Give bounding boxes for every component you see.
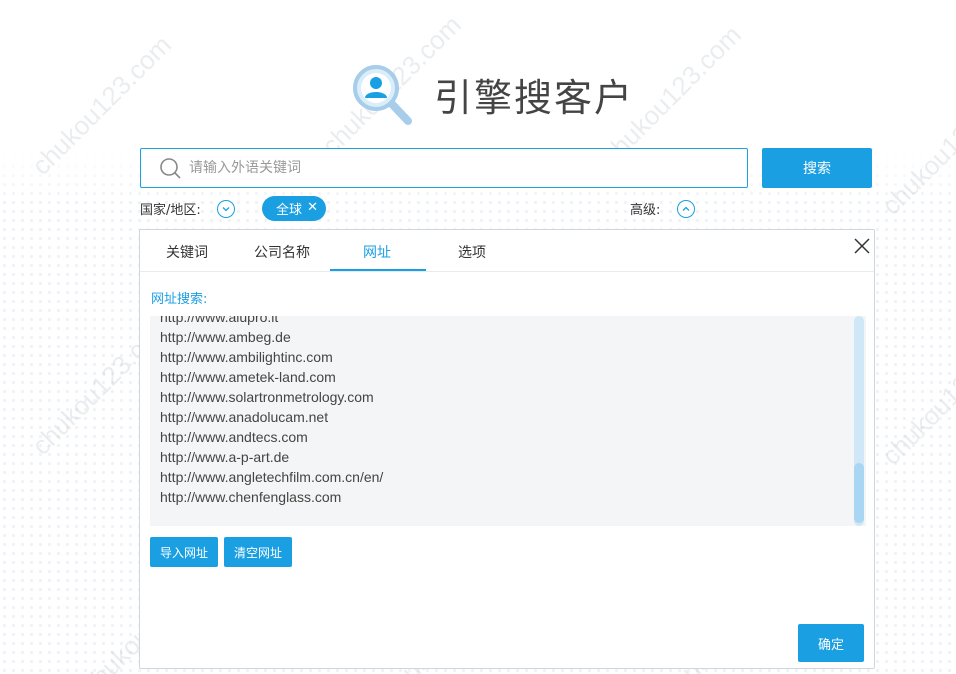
tab-url[interactable]: 网址	[363, 242, 391, 272]
scrollbar-thumb[interactable]	[854, 463, 864, 523]
page-title: 引擎搜客户	[434, 75, 635, 120]
search-box	[140, 148, 748, 188]
watermark: chukou123.com	[875, 319, 956, 471]
url-textarea[interactable]: http://www.alupro.it http://www.ambeg.de…	[150, 316, 866, 526]
confirm-button[interactable]: 确定	[798, 624, 864, 662]
url-line: http://www.chenfenglass.com	[160, 489, 342, 505]
url-line: http://www.anadolucam.net	[160, 409, 329, 425]
search-icon	[159, 157, 181, 179]
region-toggle-button[interactable]	[217, 200, 235, 218]
url-line: http://www.alupro.it	[160, 316, 279, 325]
search-options-panel: 关键词 公司名称 网址 选项 网址搜索: http://www.alupro.i…	[139, 229, 875, 669]
chevron-down-icon	[222, 207, 230, 212]
search-button[interactable]: 搜索	[762, 148, 872, 188]
close-icon[interactable]	[852, 236, 872, 256]
active-tab-indicator	[330, 269, 426, 271]
url-search-label: 网址搜索:	[151, 292, 208, 307]
tab-options[interactable]: 选项	[458, 242, 486, 272]
url-line: http://www.ametek-land.com	[160, 369, 336, 385]
tab-keyword[interactable]: 关键词	[166, 242, 208, 272]
clear-urls-button[interactable]: 清空网址	[224, 537, 293, 567]
panel-tabs: 关键词 公司名称 网址 选项	[140, 230, 874, 272]
region-tag[interactable]: 全球 ✕	[262, 196, 326, 221]
url-line: http://www.andtecs.com	[160, 429, 308, 445]
import-urls-button[interactable]: 导入网址	[150, 537, 219, 567]
advanced-toggle-button[interactable]	[677, 200, 695, 218]
url-list: http://www.alupro.it http://www.ambeg.de…	[160, 316, 383, 507]
region-label: 国家/地区:	[140, 203, 201, 218]
advanced-label: 高级:	[630, 203, 661, 218]
user-search-icon	[352, 62, 414, 126]
url-line: http://www.ambilightinc.com	[160, 349, 333, 365]
close-icon[interactable]: ✕	[307, 200, 318, 215]
url-line: http://www.ambeg.de	[160, 329, 291, 345]
url-line: http://www.angletechfilm.com.cn/en/	[160, 469, 384, 485]
page-header: 引擎搜客户	[352, 62, 634, 126]
watermark: chukou123.com	[875, 69, 956, 221]
filter-row: 国家/地区: 全球 ✕ 高级:	[140, 196, 880, 222]
chevron-up-icon	[682, 206, 690, 211]
keyword-search-input[interactable]	[189, 149, 747, 187]
url-line: http://www.solartronmetrology.com	[160, 389, 374, 405]
region-tag-label: 全球	[276, 203, 303, 218]
tab-company-name[interactable]: 公司名称	[254, 242, 310, 272]
url-line: http://www.a-p-art.de	[160, 449, 290, 465]
